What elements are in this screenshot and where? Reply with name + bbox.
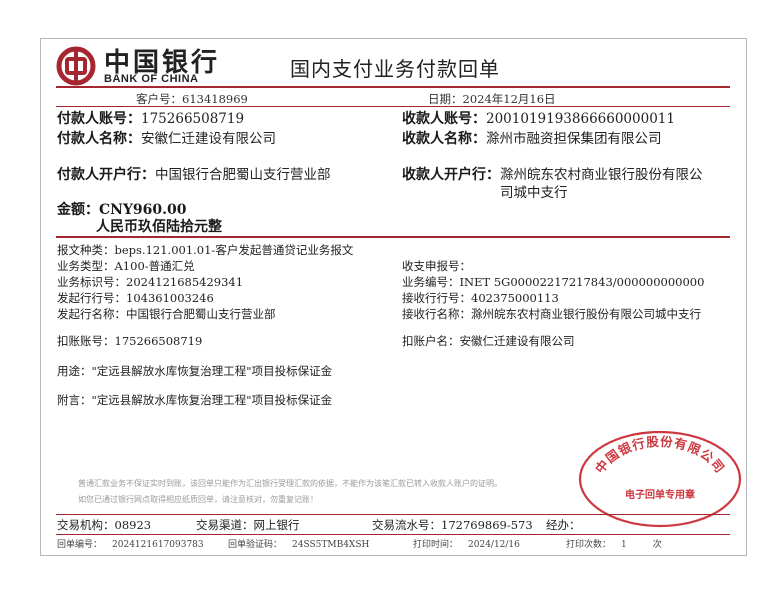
header-divider	[56, 106, 730, 107]
print-count: 1	[621, 540, 627, 550]
receipt-number: 2024121617093783	[112, 540, 204, 550]
footer-bottom-divider	[56, 534, 730, 535]
payer-name: 安徽仁迁建设有限公司	[141, 131, 276, 147]
receiving-bank-number: 接收行行号：402375000113	[402, 291, 559, 305]
payee-name-label: 收款人名称：	[402, 131, 486, 147]
amount-divider	[56, 236, 730, 238]
print-date-label: 打印时间：	[413, 540, 459, 550]
purpose: 用途："定远县解放水库恢复治理工程"项目投标保证金	[57, 364, 333, 378]
seal-center-text: 电子回单专用章	[625, 488, 695, 501]
payee-account: 2001019193866660000011	[486, 111, 675, 127]
receipt-number-label: 回单编号：	[57, 540, 103, 550]
payer-bank-label: 付款人开户行：	[57, 167, 155, 183]
print-date: 2024/12/16	[468, 540, 520, 550]
payer-account: 175266508719	[141, 111, 245, 127]
amount-in-words: 人民币玖佰陆拾元整	[96, 219, 222, 235]
payee-account-label: 收款人账号：	[402, 111, 486, 127]
verify-code-label: 回单验证码：	[228, 540, 283, 550]
payer-account-label: 付款人账号：	[57, 111, 141, 127]
transaction-serial: 交易流水号：172769869-573	[372, 518, 533, 532]
sender-bank-number: 发起行行号：104361003246	[57, 291, 214, 305]
sender-bank-name: 发起行名称：中国银行合肥蜀山支行营业部	[57, 307, 276, 321]
receipt-date: 日期：2024年12月16日	[428, 92, 556, 106]
verify-code: 24SS5TMB4XSH	[292, 540, 370, 550]
receipt-number-row: 回单编号： 2024121617093783	[57, 537, 204, 550]
remark: 附言："定远县解放水库恢复治理工程"项目投标保证金	[57, 393, 333, 407]
transaction-org: 交易机构：08923	[57, 518, 152, 532]
receipt-verify-row: 回单验证码： 24SS5TMB4XSH	[228, 537, 369, 550]
payer-bank: 中国银行合肥蜀山支行营业部	[155, 167, 331, 183]
notice-line-1: 普通汇款业务不保证实时到账，该回单只能作为汇出银行受理汇款的依据，不能作为该笔汇…	[78, 479, 502, 488]
business-id: 业务标识号：2024121685429341	[57, 275, 244, 289]
footer-top-divider	[56, 514, 730, 515]
print-count-label: 打印次数：	[566, 540, 612, 550]
payee-account-row: 收款人账号：2001019193866660000011	[402, 108, 675, 128]
print-date-row: 打印时间： 2024/12/16	[413, 537, 520, 550]
message-type: 报文种类：beps.121.001.01-客户发起普通贷记业务报文	[57, 243, 354, 257]
payer-name-label: 付款人名称：	[57, 131, 141, 147]
amount-label: 金额：	[57, 202, 99, 218]
payer-name-row: 付款人名称：安徽仁迁建设有限公司	[57, 127, 276, 148]
page-title: 国内支付业务付款回单	[290, 57, 500, 81]
customer-number: 客户号：613418969	[136, 92, 248, 106]
payer-bank-row: 付款人开户行：中国银行合肥蜀山支行营业部	[57, 163, 331, 184]
payee-name-row: 收款人名称：滁州市融资担保集团有限公司	[402, 127, 662, 148]
payee-bank-line2: 司城中支行	[500, 185, 568, 201]
handler-label: 经办：	[546, 518, 581, 532]
notice-line-2: 如您已通过银行网点取得相应纸质回单，请注意核对，勿重复记账！	[78, 495, 318, 504]
debit-account-name: 扣账户名：安徽仁迁建设有限公司	[402, 334, 575, 348]
print-count-unit: 次	[652, 540, 662, 550]
print-count-row: 打印次数： 1 次	[566, 537, 662, 550]
business-code: 业务编号：INET 5G00002217217843/000000000000	[402, 275, 705, 289]
bank-of-china-logo-icon	[56, 46, 96, 86]
receiving-bank-name: 接收行名称：滁州皖东农村商业银行股份有限公司城中支行	[402, 307, 701, 321]
payee-bank-label: 收款人开户行：	[402, 167, 500, 183]
business-type: 业务类型：A100-普通汇兑	[57, 259, 195, 273]
top-divider	[56, 86, 730, 88]
payee-name: 滁州市融资担保集团有限公司	[486, 131, 662, 147]
transaction-channel: 交易渠道：网上银行	[196, 518, 300, 532]
bank-name-en: BANK OF CHINA	[104, 73, 199, 85]
receipt-declaration-number: 收支申报号：	[402, 259, 471, 273]
debit-account: 扣账账号：175266508719	[57, 334, 203, 348]
payer-account-row: 付款人账号：175266508719	[57, 108, 244, 128]
